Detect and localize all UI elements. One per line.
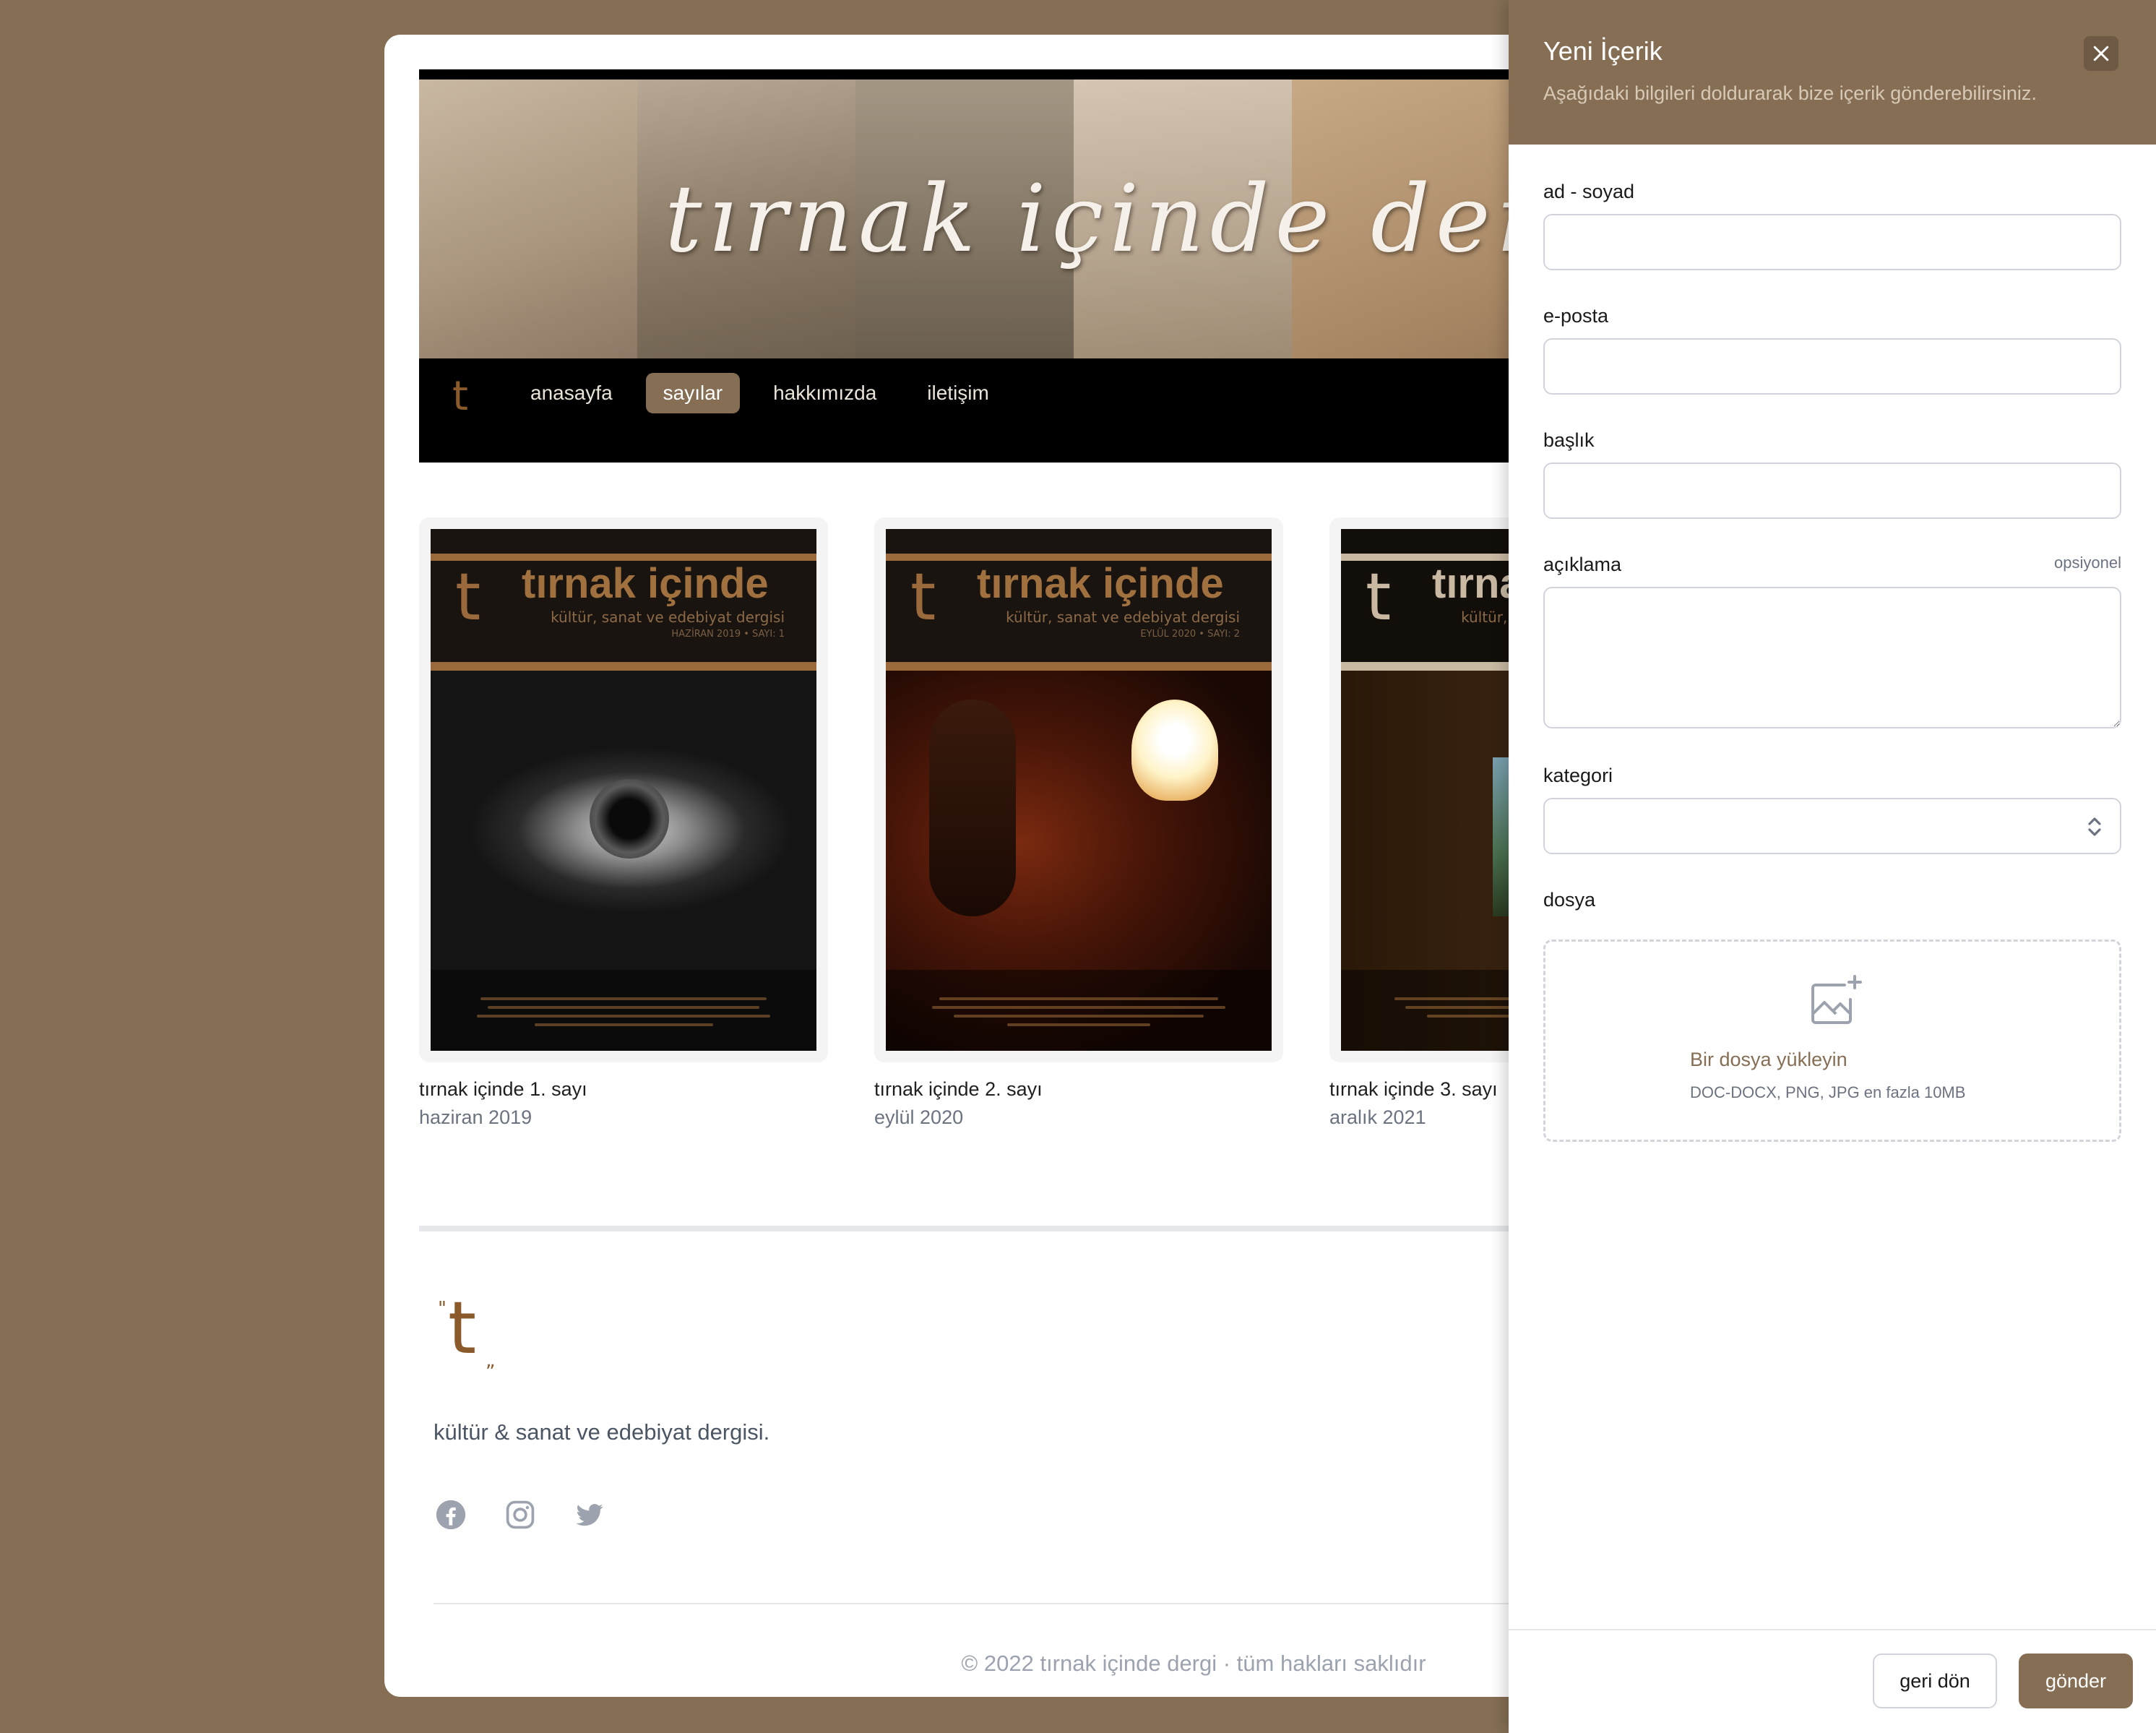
- new-content-panel: Yeni İçerik Aşağıdaki bilgileri doldurar…: [1509, 0, 2156, 1733]
- name-label: ad - soyad: [1543, 181, 1635, 202]
- footer-logo: " t „: [438, 1286, 496, 1372]
- submit-button[interactable]: gönder: [2019, 1654, 2133, 1708]
- email-field[interactable]: [1543, 338, 2121, 395]
- panel-header: Yeni İçerik Aşağıdaki bilgileri doldurar…: [1509, 0, 2156, 145]
- issue-card[interactable]: t tırnak içinde kültür, sanat ve edebiya…: [419, 517, 828, 1129]
- close-button[interactable]: [2084, 36, 2118, 71]
- panel-title: Yeni İçerik: [1543, 36, 1663, 66]
- description-field[interactable]: [1543, 587, 2121, 728]
- panel-description: Aşağıdaki bilgileri doldurarak bize içer…: [1543, 82, 2037, 104]
- instagram-icon[interactable]: [504, 1499, 536, 1531]
- nav-item-iletisim[interactable]: iletişim: [910, 373, 1006, 413]
- back-button[interactable]: geri dön: [1873, 1654, 1997, 1708]
- nav-links: anasayfa sayılar hakkımızda iletişim: [513, 373, 1006, 413]
- nav-logo[interactable]: t: [452, 373, 468, 420]
- issue-card[interactable]: t tırnak içinde kültür, sanat ve edebiya…: [874, 517, 1283, 1129]
- chevron-up-down-icon: [2088, 817, 2101, 836]
- title-label: başlık: [1543, 429, 1595, 451]
- upload-link[interactable]: Bir dosya yükleyin: [1690, 1049, 1847, 1071]
- title-field[interactable]: [1543, 463, 2121, 519]
- issue-title[interactable]: tırnak içinde 2. sayı: [874, 1078, 1283, 1101]
- description-label: açıklama: [1543, 554, 1622, 575]
- cover-frame[interactable]: t tırnak içinde kültür, sanat ve edebiya…: [419, 517, 828, 1062]
- image-upload-icon: [1811, 975, 1862, 1024]
- social-links: [435, 1499, 605, 1531]
- issue-date: haziran 2019: [419, 1106, 532, 1128]
- file-label: dosya: [1543, 889, 1596, 911]
- nav-item-hakkimizda[interactable]: hakkımızda: [756, 373, 894, 413]
- name-field[interactable]: [1543, 214, 2121, 270]
- category-label: kategori: [1543, 765, 1613, 786]
- email-label: e-posta: [1543, 305, 1609, 327]
- upload-hint: DOC-DOCX, PNG, JPG en fazla 10MB: [1690, 1083, 1966, 1101]
- optional-hint: opsiyonel: [2054, 554, 2121, 572]
- twitter-icon[interactable]: [574, 1499, 605, 1531]
- close-icon: [2093, 46, 2109, 61]
- facebook-icon[interactable]: [435, 1499, 467, 1531]
- cover-image[interactable]: t tırnak içinde kültür, sanat ve edebiya…: [886, 529, 1272, 1051]
- cover-image[interactable]: t tırnak içinde kültür, sanat ve edebiya…: [431, 529, 816, 1051]
- file-dropzone[interactable]: Bir dosya yükleyin DOC-DOCX, PNG, JPG en…: [1543, 939, 2121, 1142]
- nav-item-anasayfa[interactable]: anasayfa: [513, 373, 630, 413]
- cover-frame[interactable]: t tırnak içinde kültür, sanat ve edebiya…: [874, 517, 1283, 1062]
- issue-title[interactable]: tırnak içinde 1. sayı: [419, 1078, 828, 1101]
- footer-tagline: kültür & sanat ve edebiyat dergisi.: [434, 1419, 770, 1445]
- nav-item-sayilar[interactable]: sayılar: [645, 373, 741, 413]
- category-select[interactable]: [1543, 798, 2121, 854]
- issue-date: eylül 2020: [874, 1106, 964, 1128]
- panel-footer-divider: [1509, 1629, 2156, 1630]
